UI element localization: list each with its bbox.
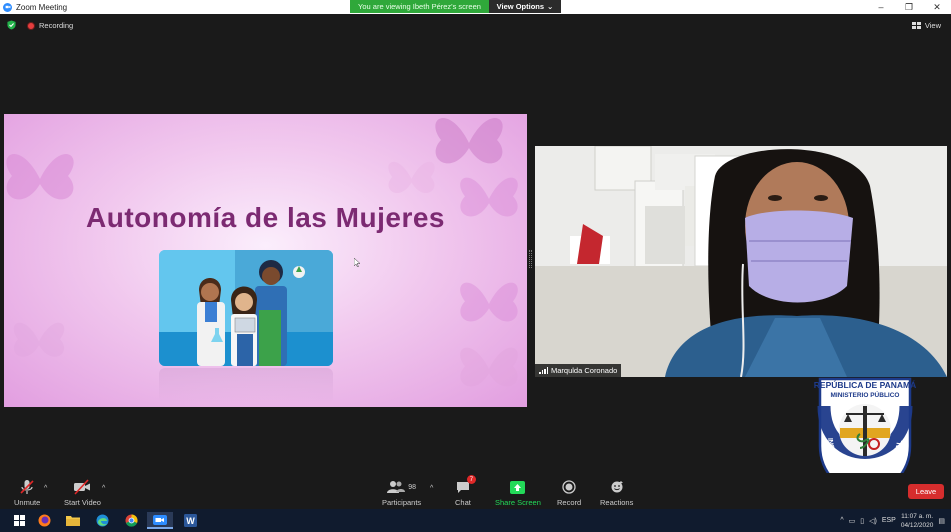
reactions-button[interactable]: Reactions xyxy=(600,478,633,507)
close-button[interactable]: ✕ xyxy=(923,0,951,14)
start-video-button[interactable]: Start Video xyxy=(64,478,101,507)
edge-icon[interactable] xyxy=(89,512,115,529)
butterfly-decoration-icon xyxy=(460,282,518,322)
butterfly-decoration-icon xyxy=(388,161,435,194)
restore-button[interactable]: ❐ xyxy=(895,0,923,14)
share-screen-arrow-icon xyxy=(510,478,526,496)
signal-strength-icon xyxy=(539,367,548,374)
record-label: Record xyxy=(557,498,582,507)
screen-share-banner: You are viewing Ibeth Pérez's screen Vie… xyxy=(350,0,561,13)
smiley-reaction-icon xyxy=(610,478,624,496)
notifications-icon[interactable]: ▤ xyxy=(938,517,945,525)
record-icon xyxy=(562,478,576,496)
participants-options-caret-icon[interactable]: ^ xyxy=(430,485,433,492)
recording-dot-icon xyxy=(27,21,35,30)
women-scientists-illustration xyxy=(159,250,333,366)
meeting-status-row: Recording View xyxy=(0,16,951,34)
slide-title: Autonomía de las Mujeres xyxy=(86,202,445,233)
view-label: View xyxy=(924,21,941,30)
leave-meeting-button[interactable]: Leave xyxy=(908,484,944,499)
chevron-down-icon: ⌄ xyxy=(547,2,554,11)
firefox-icon[interactable] xyxy=(31,512,57,529)
taskbar-date: 04/12/2020 xyxy=(900,521,934,529)
video-options-caret-icon[interactable]: ^ xyxy=(102,485,105,492)
grid-view-icon xyxy=(911,21,921,29)
recording-indicator[interactable]: Recording xyxy=(27,21,73,30)
share-screen-button[interactable]: Share Screen xyxy=(495,478,541,507)
meeting-toolbar: Unmute ^ Start Video ^ 98 Participants ^… xyxy=(0,473,951,509)
chat-label: Chat xyxy=(455,498,471,507)
chat-unread-badge: 7 xyxy=(466,475,476,484)
seal-title-text: REPÚBLICA DE PANAMÁ xyxy=(814,379,916,390)
view-button[interactable]: View xyxy=(911,21,941,30)
keyboard-language[interactable]: ESP xyxy=(882,517,896,524)
video-off-icon xyxy=(73,478,91,496)
window-controls: – ❐ ✕ xyxy=(867,0,951,14)
share-status-message: You are viewing Ibeth Pérez's screen xyxy=(350,0,489,13)
zoom-app-icon xyxy=(3,2,12,12)
record-button[interactable]: Record xyxy=(557,478,581,507)
svg-text:W: W xyxy=(186,516,195,526)
chat-bubble-icon: 7 xyxy=(456,475,476,496)
chat-button[interactable]: 7 Chat xyxy=(455,475,476,507)
participants-icon: 98 xyxy=(387,478,416,496)
illustration-reflection xyxy=(159,368,333,404)
seal-subtitle-text: MINISTERIO PÚBLICO xyxy=(831,390,900,399)
participants-label: Participants xyxy=(382,498,422,507)
butterfly-decoration-icon xyxy=(13,322,65,357)
battery-icon[interactable]: ▯ xyxy=(860,517,864,525)
participant-video-tile[interactable] xyxy=(535,146,947,377)
participants-button[interactable]: 98 Participants xyxy=(382,478,421,507)
participant-name: Marqulda Coronado xyxy=(551,366,618,375)
windows-taskbar: W ^ ▭ ▯ ◁) ESP 11:07 a. m. 04/12/2020 ▤ xyxy=(0,509,951,532)
shared-screen-slide[interactable]: Autonomía de las Mujeres xyxy=(4,114,527,407)
zoom-taskbar-icon[interactable] xyxy=(147,512,173,529)
view-options-button[interactable]: View Options ⌄ xyxy=(489,0,561,13)
unmute-button[interactable]: Unmute xyxy=(14,478,40,507)
taskbar-time: 11:07 a. m. xyxy=(901,512,934,520)
show-hidden-icons-chevron-icon[interactable]: ^ xyxy=(840,517,843,524)
participant-name-tag: Marqulda Coronado xyxy=(535,364,622,377)
minimize-button[interactable]: – xyxy=(867,0,895,14)
reactions-label: Reactions xyxy=(600,498,634,507)
network-icon[interactable]: ▭ xyxy=(849,517,856,525)
system-tray: ^ ▭ ▯ ◁) ESP 11:07 a. m. 04/12/2020 ▤ xyxy=(840,509,951,532)
volume-icon[interactable]: ◁) xyxy=(869,517,877,525)
start-video-label: Start Video xyxy=(64,498,101,507)
recording-label: Recording xyxy=(39,21,74,30)
window-title: Zoom Meeting xyxy=(16,2,68,12)
taskbar-clock[interactable]: 11:07 a. m. 04/12/2020 xyxy=(901,512,934,530)
view-options-label: View Options xyxy=(496,2,545,11)
mouse-cursor-icon xyxy=(354,258,360,267)
security-shield-icon[interactable] xyxy=(7,20,16,30)
windows-start-icon[interactable] xyxy=(6,512,32,529)
audio-options-caret-icon[interactable]: ^ xyxy=(44,485,47,492)
unmute-label: Unmute xyxy=(14,498,41,507)
participants-count: 98 xyxy=(408,483,416,491)
split-view-resize-handle[interactable] xyxy=(529,250,532,268)
microphone-muted-icon xyxy=(19,478,35,496)
word-icon[interactable]: W xyxy=(177,512,203,529)
file-explorer-icon[interactable] xyxy=(60,512,86,529)
zoom-meeting-window: Zoom Meeting – ❐ ✕ You are viewing Ibeth… xyxy=(0,0,951,532)
chrome-icon[interactable] xyxy=(118,512,144,529)
butterfly-decoration-icon xyxy=(460,347,518,387)
participant-video-feed xyxy=(535,146,947,377)
share-screen-label: Share Screen xyxy=(495,498,541,507)
